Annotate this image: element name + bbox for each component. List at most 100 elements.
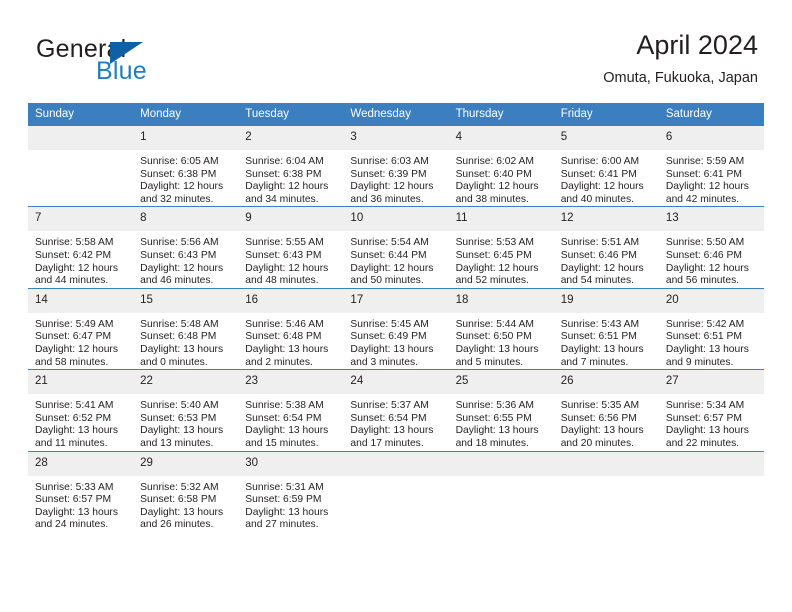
calendar-day-cell[interactable]: 9 Sunrise: 5:55 AM Sunset: 6:43 PM Daylight… xyxy=(238,206,344,289)
day-number: 4 xyxy=(448,126,554,150)
calendar-day-cell[interactable]: 14 Sunrise: 5:49 AM Sunset: 6:47 PM Dayligh… xyxy=(28,287,134,370)
day-details: Sunrise: 5:43 AM Sunset: 6:51 PM Daylight:… xyxy=(554,313,659,369)
weekday-header-wednesday: Wednesday xyxy=(343,103,449,126)
daylight-text-line2: and 0 minutes. xyxy=(140,356,208,368)
calendar-day-cell[interactable]: 13 Sunrise: 5:50 AM Sunset: 6:46 PM Dayligh… xyxy=(658,206,764,289)
calendar-empty-cell xyxy=(448,450,554,532)
day-number: 27 xyxy=(658,370,764,395)
sunset-text: Sunset: 6:38 PM xyxy=(245,168,322,180)
daylight-text-line1: Daylight: 13 hours xyxy=(455,343,539,355)
page-title: April 2024 xyxy=(636,30,758,60)
daylight-text-line1: Daylight: 12 hours xyxy=(140,181,224,193)
calendar-day-cell[interactable]: 5 Sunrise: 6:00 AM Sunset: 6:41 PM Daylight… xyxy=(553,126,659,207)
title-block: April 2024 Omuta, Fukuoka, Japan xyxy=(603,28,758,89)
calendar-day-cell[interactable]: 6 Sunrise: 5:59 AM Sunset: 6:41 PM Daylight… xyxy=(658,126,764,207)
daylight-text-line1: Daylight: 12 hours xyxy=(560,262,644,274)
sunset-text: Sunset: 6:42 PM xyxy=(35,249,112,261)
weekday-header-monday: Monday xyxy=(133,103,239,126)
daylight-text-line1: Daylight: 13 hours xyxy=(245,343,329,355)
calendar-day-cell[interactable]: 25 Sunrise: 5:36 AM Sunset: 6:55 PM Dayligh… xyxy=(448,369,554,451)
daylight-text-line1: Daylight: 12 hours xyxy=(350,181,434,193)
day-number: 23 xyxy=(238,370,344,395)
calendar-day-cell[interactable]: 20 Sunrise: 5:42 AM Sunset: 6:51 PM Dayligh… xyxy=(658,287,764,370)
calendar-day-cell[interactable]: 1 Sunrise: 6:05 AM Sunset: 6:38 PM Daylight… xyxy=(133,126,239,207)
sunrise-text: Sunrise: 5:44 AM xyxy=(455,318,534,330)
day-details: Sunrise: 5:33 AM Sunset: 6:57 PM Daylight:… xyxy=(28,476,133,532)
daylight-text-line2: and 40 minutes. xyxy=(560,193,634,205)
calendar-day-cell[interactable]: 7 Sunrise: 5:58 AM Sunset: 6:42 PM Daylight… xyxy=(28,206,134,289)
daylight-text-line2: and 7 minutes. xyxy=(560,356,629,368)
calendar-week-row: 7 Sunrise: 5:58 AM Sunset: 6:42 PM Daylight… xyxy=(28,206,764,289)
calendar-day-cell[interactable]: 11 Sunrise: 5:53 AM Sunset: 6:45 PM Dayligh… xyxy=(448,206,554,289)
day-details: Sunrise: 5:37 AM Sunset: 6:54 PM Daylight:… xyxy=(343,394,448,450)
day-details: Sunrise: 5:31 AM Sunset: 6:59 PM Daylight:… xyxy=(238,476,343,532)
calendar-day-cell[interactable]: 12 Sunrise: 5:51 AM Sunset: 6:46 PM Dayligh… xyxy=(553,206,659,289)
calendar-day-cell[interactable]: 28 Sunrise: 5:33 AM Sunset: 6:57 PM Dayligh… xyxy=(28,450,134,532)
calendar-day-cell[interactable]: 15 Sunrise: 5:48 AM Sunset: 6:48 PM Dayligh… xyxy=(133,287,239,370)
day-number: 26 xyxy=(553,370,659,395)
daylight-text-line2: and 52 minutes. xyxy=(455,275,529,287)
daylight-text-line2: and 20 minutes. xyxy=(560,437,634,449)
day-details: Sunrise: 5:54 AM Sunset: 6:44 PM Daylight:… xyxy=(343,231,448,287)
daylight-text-line2: and 44 minutes. xyxy=(35,275,109,287)
calendar-day-cell[interactable]: 26 Sunrise: 5:35 AM Sunset: 6:56 PM Dayligh… xyxy=(553,369,659,451)
day-details: Sunrise: 6:02 AM Sunset: 6:40 PM Daylight:… xyxy=(449,150,554,206)
daylight-text-line1: Daylight: 13 hours xyxy=(455,425,539,437)
day-number xyxy=(28,126,134,150)
calendar-day-cell[interactable]: 16 Sunrise: 5:46 AM Sunset: 6:48 PM Dayligh… xyxy=(238,287,344,370)
day-number: 5 xyxy=(553,126,659,150)
sunrise-text: Sunrise: 6:00 AM xyxy=(560,156,640,167)
weekday-header-tuesday: Tuesday xyxy=(238,103,344,126)
daylight-text-line2: and 27 minutes. xyxy=(245,519,319,531)
sunrise-text: Sunrise: 5:36 AM xyxy=(455,400,534,412)
daylight-text-line1: Daylight: 12 hours xyxy=(35,343,118,355)
calendar-day-cell[interactable]: 30 Sunrise: 5:31 AM Sunset: 6:59 PM Dayligh… xyxy=(238,450,344,532)
day-details: Sunrise: 5:34 AM Sunset: 6:57 PM Daylight:… xyxy=(659,394,764,450)
sunrise-text: Sunrise: 5:49 AM xyxy=(35,318,114,330)
calendar-empty-cell xyxy=(343,450,449,532)
calendar-day-cell[interactable]: 3 Sunrise: 6:03 AM Sunset: 6:39 PM Daylight… xyxy=(343,126,449,207)
daylight-text-line1: Daylight: 13 hours xyxy=(665,343,749,355)
day-number: 1 xyxy=(133,126,239,150)
sunrise-text: Sunrise: 5:40 AM xyxy=(140,400,219,412)
day-number: 20 xyxy=(658,288,764,313)
calendar-day-cell[interactable]: 21 Sunrise: 5:41 AM Sunset: 6:52 PM Dayligh… xyxy=(28,369,134,451)
sunrise-text: Sunrise: 5:55 AM xyxy=(245,237,324,249)
daylight-text-line2: and 18 minutes. xyxy=(455,437,529,449)
sunrise-text: Sunrise: 5:59 AM xyxy=(665,156,745,167)
calendar-body: 1 Sunrise: 6:05 AM Sunset: 6:38 PM Daylight… xyxy=(28,126,764,532)
calendar-week-row: 28 Sunrise: 5:33 AM Sunset: 6:57 PM Dayligh… xyxy=(28,450,764,532)
calendar-day-cell[interactable]: 2 Sunrise: 6:04 AM Sunset: 6:38 PM Daylight… xyxy=(238,126,344,207)
sunset-text: Sunset: 6:49 PM xyxy=(350,331,427,343)
day-details: Sunrise: 6:00 AM Sunset: 6:41 PM Daylight:… xyxy=(554,150,659,206)
calendar-day-cell[interactable]: 24 Sunrise: 5:37 AM Sunset: 6:54 PM Dayligh… xyxy=(343,369,449,451)
calendar-day-cell[interactable]: 22 Sunrise: 5:40 AM Sunset: 6:53 PM Dayligh… xyxy=(133,369,239,451)
sunrise-text: Sunrise: 5:53 AM xyxy=(455,237,534,249)
daylight-text-line2: and 13 minutes. xyxy=(140,437,214,449)
daylight-text-line1: Daylight: 12 hours xyxy=(140,262,224,274)
daylight-text-line2: and 48 minutes. xyxy=(245,275,319,287)
calendar-day-cell[interactable]: 8 Sunrise: 5:56 AM Sunset: 6:43 PM Daylight… xyxy=(133,206,239,289)
sunset-text: Sunset: 6:46 PM xyxy=(665,249,742,261)
calendar-day-cell[interactable]: 4 Sunrise: 6:02 AM Sunset: 6:40 PM Daylight… xyxy=(448,126,554,207)
day-number: 6 xyxy=(658,126,764,150)
calendar-day-cell[interactable]: 10 Sunrise: 5:54 AM Sunset: 6:44 PM Dayligh… xyxy=(343,206,449,289)
calendar-empty-cell xyxy=(28,126,134,207)
sunrise-text: Sunrise: 6:02 AM xyxy=(455,156,534,167)
calendar-day-cell[interactable]: 29 Sunrise: 5:32 AM Sunset: 6:58 PM Dayligh… xyxy=(133,450,239,532)
calendar-day-cell[interactable]: 17 Sunrise: 5:45 AM Sunset: 6:49 PM Dayligh… xyxy=(343,287,449,370)
sunset-text: Sunset: 6:52 PM xyxy=(35,412,112,424)
sunset-text: Sunset: 6:48 PM xyxy=(245,331,322,343)
calendar-day-cell[interactable]: 27 Sunrise: 5:34 AM Sunset: 6:57 PM Dayligh… xyxy=(658,369,764,451)
calendar-day-cell[interactable]: 18 Sunrise: 5:44 AM Sunset: 6:50 PM Dayligh… xyxy=(448,287,554,370)
daylight-text-line1: Daylight: 13 hours xyxy=(350,343,434,355)
sunrise-text: Sunrise: 5:54 AM xyxy=(350,237,429,249)
sunset-text: Sunset: 6:45 PM xyxy=(455,249,532,261)
general-blue-logo[interactable]: General Blue xyxy=(36,34,266,90)
page-subtitle: Omuta, Fukuoka, Japan xyxy=(603,70,758,86)
daylight-text-line1: Daylight: 12 hours xyxy=(665,181,749,193)
calendar-day-cell[interactable]: 23 Sunrise: 5:38 AM Sunset: 6:54 PM Dayligh… xyxy=(238,369,344,451)
sunset-text: Sunset: 6:57 PM xyxy=(665,412,742,424)
calendar-day-cell[interactable]: 19 Sunrise: 5:43 AM Sunset: 6:51 PM Dayligh… xyxy=(553,287,659,370)
sunset-text: Sunset: 6:55 PM xyxy=(455,412,532,424)
